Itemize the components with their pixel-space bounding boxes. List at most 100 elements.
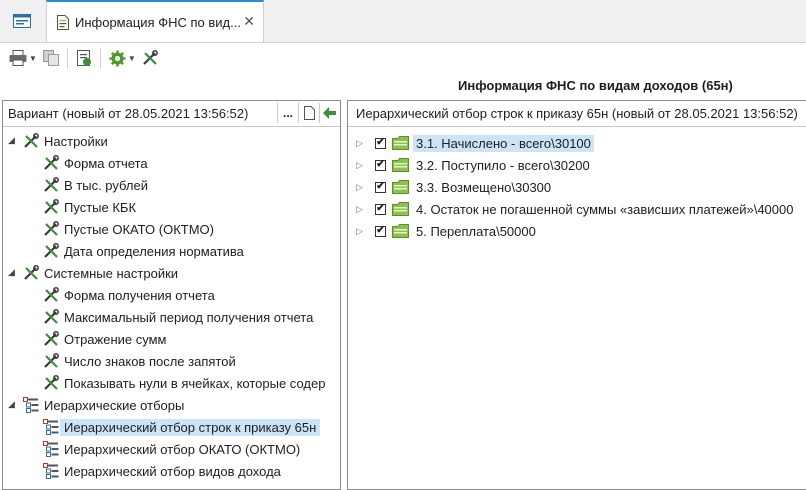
tools-icon: [43, 353, 59, 369]
tree-item-label: Иерархические отборы: [44, 397, 185, 413]
folder-icon: [392, 136, 409, 150]
tree-item[interactable]: Число знаков после запятой: [43, 351, 236, 371]
hierarchy-row-label: 5. Переплата\50000: [416, 223, 536, 239]
selection-panel: Иерархический отбор строк к приказу 65н …: [347, 100, 806, 490]
toolbar: ▼ ▼: [0, 43, 806, 73]
tools-icon: [43, 309, 59, 325]
toolbar-divider: [66, 48, 68, 68]
hierarchy-row-label: 4. Остаток не погашенной суммы «зависших…: [416, 201, 794, 217]
tools-icon: [43, 221, 59, 237]
chevron-down-icon[interactable]: ▼: [29, 54, 37, 63]
hierarchy-row-label: 3.1. Начислено - всего\30100: [413, 134, 594, 152]
tree-item[interactable]: Иерархический отбор ОКАТО (ОКТМО): [43, 439, 300, 459]
hierarchy-row[interactable]: ▷ ✔ 3.2. Поступило - всего\30200: [356, 155, 593, 175]
arrow-back-icon: [323, 107, 336, 119]
tab-title: Информация ФНС по вид...: [75, 14, 241, 30]
tree-item[interactable]: Пустые ОКАТО (ОКТМО): [43, 219, 214, 239]
tools-icon: [43, 155, 59, 171]
page-icon: [303, 106, 315, 120]
tab-report[interactable]: Информация ФНС по вид... ✕: [46, 0, 264, 42]
toolbar-divider: [99, 48, 101, 68]
tree-item[interactable]: Показывать нули в ячейках, которые содер: [43, 373, 325, 393]
row-checkbox[interactable]: ✔: [375, 181, 386, 193]
hierarchy-row[interactable]: ▷ ✔ 4. Остаток не погашенной суммы «зависш…: [356, 199, 796, 219]
variant-label: Вариант (новый от 28.05.2021 13:56:52): [8, 106, 249, 121]
chevron-down-icon[interactable]: ▼: [128, 54, 136, 63]
copy-icon: [42, 50, 59, 66]
tools-icon: [43, 375, 59, 391]
variant-selector[interactable]: Вариант (новый от 28.05.2021 13:56:52) .…: [3, 101, 340, 127]
hierarchy-row-label: 3.2. Поступило - всего\30200: [416, 157, 590, 173]
tree-item-label: Системные настройки: [44, 265, 179, 281]
row-checkbox[interactable]: ✔: [375, 225, 386, 237]
report-title: Информация ФНС по видам доходов (65н): [458, 78, 733, 93]
folder-icon: [392, 202, 409, 216]
tools-icon: [43, 177, 59, 193]
selection-title: Иерархический отбор строк к приказу 65н …: [356, 106, 798, 121]
ellipsis-icon: ...: [282, 106, 293, 120]
expand-arrow-icon[interactable]: ▷: [356, 226, 368, 237]
expand-arrow-icon[interactable]: ▷: [356, 182, 368, 193]
variant-browse-button[interactable]: ...: [277, 103, 298, 123]
tree-item[interactable]: Системные настройки: [23, 263, 178, 283]
folder-icon: [392, 180, 409, 194]
tools-icon: [23, 265, 39, 281]
settings-button[interactable]: ▼: [106, 46, 139, 70]
tools-icon: [43, 243, 59, 259]
expand-arrow-icon[interactable]: ▷: [356, 204, 368, 215]
tools-icon: [43, 331, 59, 347]
tree-item[interactable]: Настройки: [23, 131, 108, 151]
tree-item[interactable]: Иерархические отборы: [23, 395, 184, 415]
close-icon[interactable]: ✕: [243, 13, 255, 30]
hierarchy-row-label: 3.3. Возмещено\30300: [416, 179, 552, 195]
tree-item-label: Форма отчета: [64, 155, 148, 171]
tree-item[interactable]: Иерархический отбор видов дохода: [43, 461, 281, 481]
tree-item[interactable]: Форма получения отчета: [43, 285, 215, 305]
tree-item-label: Пустые КБК: [64, 199, 137, 215]
collapse-arrow-icon[interactable]: ◢: [8, 267, 15, 278]
hierarchy-icon: [43, 419, 59, 435]
tree-item-label: Настройки: [44, 133, 108, 149]
hierarchy-icon: [23, 397, 39, 413]
tree-item[interactable]: В тыс. рублей: [43, 175, 148, 195]
window-icon: [13, 14, 31, 28]
collapse-arrow-icon[interactable]: ◢: [8, 399, 15, 410]
hierarchy-row[interactable]: ▷ ✔ 3.3. Возмещено\30300: [356, 177, 554, 197]
tools-button[interactable]: [139, 46, 161, 70]
tree-item-label: Число знаков после запятой: [64, 353, 236, 369]
gear-icon: [109, 50, 126, 66]
home-tab[interactable]: [0, 0, 44, 42]
export-button[interactable]: [73, 46, 95, 70]
tree-item-label: В тыс. рублей: [64, 177, 148, 193]
tree-item-label: Пустые ОКАТО (ОКТМО): [64, 221, 214, 237]
expand-arrow-icon[interactable]: ▷: [356, 138, 368, 149]
tree-item[interactable]: Дата определения норматива: [43, 241, 244, 261]
document-icon: [57, 14, 69, 30]
variant-back-button[interactable]: [319, 103, 340, 123]
selection-header: Иерархический отбор строк к приказу 65н …: [348, 101, 806, 127]
row-checkbox[interactable]: ✔: [375, 203, 386, 215]
folder-icon: [392, 158, 409, 172]
copy-button[interactable]: [40, 46, 62, 70]
tree-item-label: Форма получения отчета: [64, 287, 215, 303]
tree-item[interactable]: Пустые КБК: [43, 197, 136, 217]
tree-item-label: Отражение сумм: [64, 331, 167, 347]
tree-item-label: Дата определения норматива: [64, 243, 244, 259]
row-checkbox[interactable]: ✔: [375, 137, 386, 149]
hierarchy-icon: [43, 441, 59, 457]
tools-icon: [143, 50, 158, 65]
hierarchy-row[interactable]: ▷ ✔ 3.1. Начислено - всего\30100: [356, 133, 594, 153]
collapse-arrow-icon[interactable]: ◢: [8, 135, 15, 146]
tab-bar: Информация ФНС по вид... ✕: [0, 0, 806, 43]
tree-item[interactable]: Иерархический отбор строк к приказу 65н: [43, 417, 321, 437]
variant-new-button[interactable]: [298, 103, 319, 123]
tree-item-label: Максимальный период получения отчета: [64, 309, 314, 325]
row-checkbox[interactable]: ✔: [375, 159, 386, 171]
tree-item[interactable]: Максимальный период получения отчета: [43, 307, 313, 327]
expand-arrow-icon[interactable]: ▷: [356, 160, 368, 171]
hierarchy-row[interactable]: ▷ ✔ 5. Переплата\50000: [356, 221, 539, 241]
tree-item[interactable]: Отражение сумм: [43, 329, 166, 349]
tree-item-label: Иерархический отбор строк к приказу 65н: [60, 418, 321, 436]
tree-item[interactable]: Форма отчета: [43, 153, 148, 173]
print-button[interactable]: ▼: [6, 46, 40, 70]
